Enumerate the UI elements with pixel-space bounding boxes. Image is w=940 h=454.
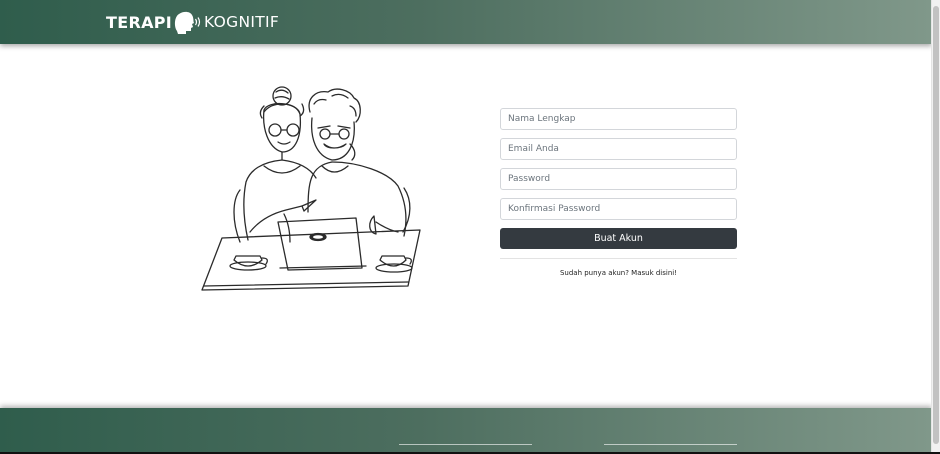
form-divider xyxy=(500,258,737,259)
footer xyxy=(0,408,932,454)
footer-divider-left xyxy=(399,444,532,445)
couple-with-laptop-illustration xyxy=(201,86,421,291)
brand-title-part1: TERAPI xyxy=(106,12,173,32)
navbar: TERAPI KOGNITIF xyxy=(0,0,932,44)
scrollbar-thumb[interactable] xyxy=(933,6,939,444)
brand-logo-link[interactable]: TERAPI KOGNITIF xyxy=(106,9,279,35)
head-speaking-icon xyxy=(174,11,201,34)
register-form: Buat Akun Sudah punya akun? Masuk disini… xyxy=(500,108,738,277)
email-input[interactable] xyxy=(500,138,737,160)
confirm-password-input[interactable] xyxy=(500,198,737,220)
footer-divider-right xyxy=(604,444,737,445)
fullname-input[interactable] xyxy=(500,108,737,130)
password-input[interactable] xyxy=(500,168,737,190)
create-account-button[interactable]: Buat Akun xyxy=(500,228,737,249)
brand-title-part2: KOGNITIF xyxy=(204,13,280,31)
vertical-scrollbar[interactable] xyxy=(931,0,940,454)
login-link[interactable]: Sudah punya akun? Masuk disini! xyxy=(500,269,737,277)
